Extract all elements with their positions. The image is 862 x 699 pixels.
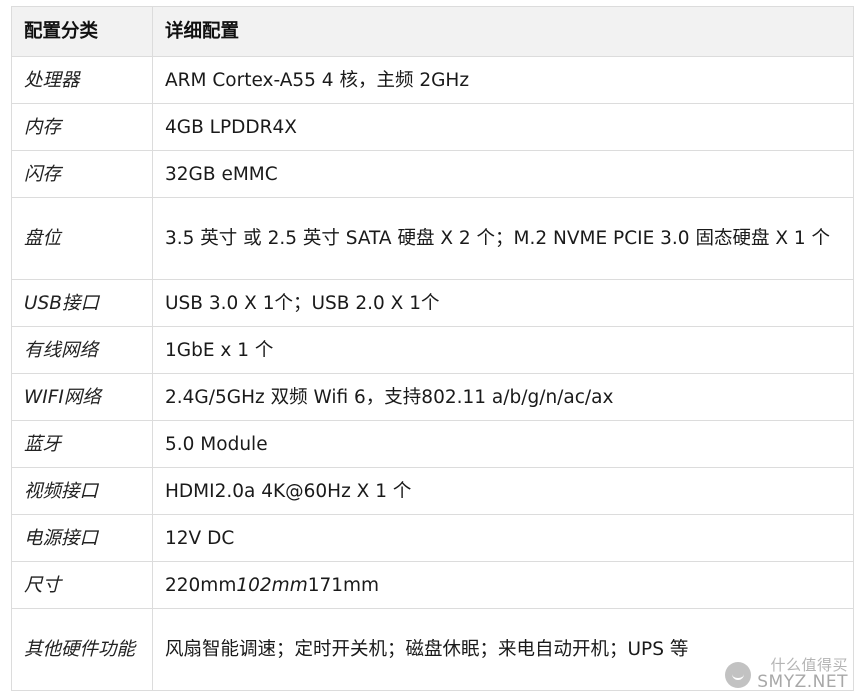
dimension-b: 102mm	[236, 574, 308, 596]
row-category: 其他硬件功能	[11, 608, 153, 691]
row-category: 尺寸	[11, 561, 153, 609]
row-detail: 2.4G/5GHz 双频 Wifi 6，支持802.11 a/b/g/n/ac/…	[152, 373, 854, 421]
row-detail: HDMI2.0a 4K@60Hz X 1 个	[152, 467, 854, 515]
row-category: 闪存	[11, 150, 153, 198]
row-category: 有线网络	[11, 326, 153, 374]
watermark: 什么值得买 SMYZ.NET	[725, 658, 848, 691]
table-row: 尺寸 220mm102mm171mm	[11, 561, 854, 609]
table-row: 视频接口 HDMI2.0a 4K@60Hz X 1 个	[11, 467, 854, 515]
row-detail: USB 3.0 X 1个；USB 2.0 X 1个	[152, 279, 854, 327]
row-category: WIFI网络	[11, 373, 153, 421]
watermark-top: 什么值得买	[770, 656, 848, 674]
table-row: 有线网络 1GbE x 1 个	[11, 326, 854, 374]
header-category: 配置分类	[11, 6, 153, 57]
table-row: 盘位 3.5 英寸 或 2.5 英寸 SATA 硬盘 X 2 个；M.2 NVM…	[11, 197, 854, 280]
header-detail: 详细配置	[152, 6, 854, 57]
table-header-row: 配置分类 详细配置	[11, 6, 854, 57]
row-category: USB接口	[11, 279, 153, 327]
spec-table: 配置分类 详细配置 处理器 ARM Cortex-A55 4 核，主频 2GHz…	[11, 6, 854, 691]
row-detail: 12V DC	[152, 514, 854, 562]
row-category: 内存	[11, 103, 153, 151]
watermark-site: SMYZ.NET	[757, 672, 848, 692]
row-category: 蓝牙	[11, 420, 153, 468]
row-category: 盘位	[11, 197, 153, 280]
row-category: 电源接口	[11, 514, 153, 562]
row-detail: ARM Cortex-A55 4 核，主频 2GHz	[152, 56, 854, 104]
row-detail: 1GbE x 1 个	[152, 326, 854, 374]
watermark-text: 什么值得买 SMYZ.NET	[757, 658, 848, 691]
row-detail-dimensions: 220mm102mm171mm	[152, 561, 854, 609]
table-row: WIFI网络 2.4G/5GHz 双频 Wifi 6，支持802.11 a/b/…	[11, 373, 854, 421]
table-row: 闪存 32GB eMMC	[11, 150, 854, 198]
row-detail: 4GB LPDDR4X	[152, 103, 854, 151]
dimension-c: 171mm	[307, 574, 380, 596]
table-row: 蓝牙 5.0 Module	[11, 420, 854, 468]
dimension-a: 220mm	[165, 574, 237, 596]
table-row: 内存 4GB LPDDR4X	[11, 103, 854, 151]
row-detail: 5.0 Module	[152, 420, 854, 468]
row-category: 视频接口	[11, 467, 153, 515]
row-detail: 32GB eMMC	[152, 150, 854, 198]
table-row: 电源接口 12V DC	[11, 514, 854, 562]
smile-logo-icon	[725, 661, 752, 688]
table-row: 处理器 ARM Cortex-A55 4 核，主频 2GHz	[11, 56, 854, 104]
row-detail: 3.5 英寸 或 2.5 英寸 SATA 硬盘 X 2 个；M.2 NVME P…	[152, 197, 854, 280]
table-row: USB接口 USB 3.0 X 1个；USB 2.0 X 1个	[11, 279, 854, 327]
row-category: 处理器	[11, 56, 153, 104]
